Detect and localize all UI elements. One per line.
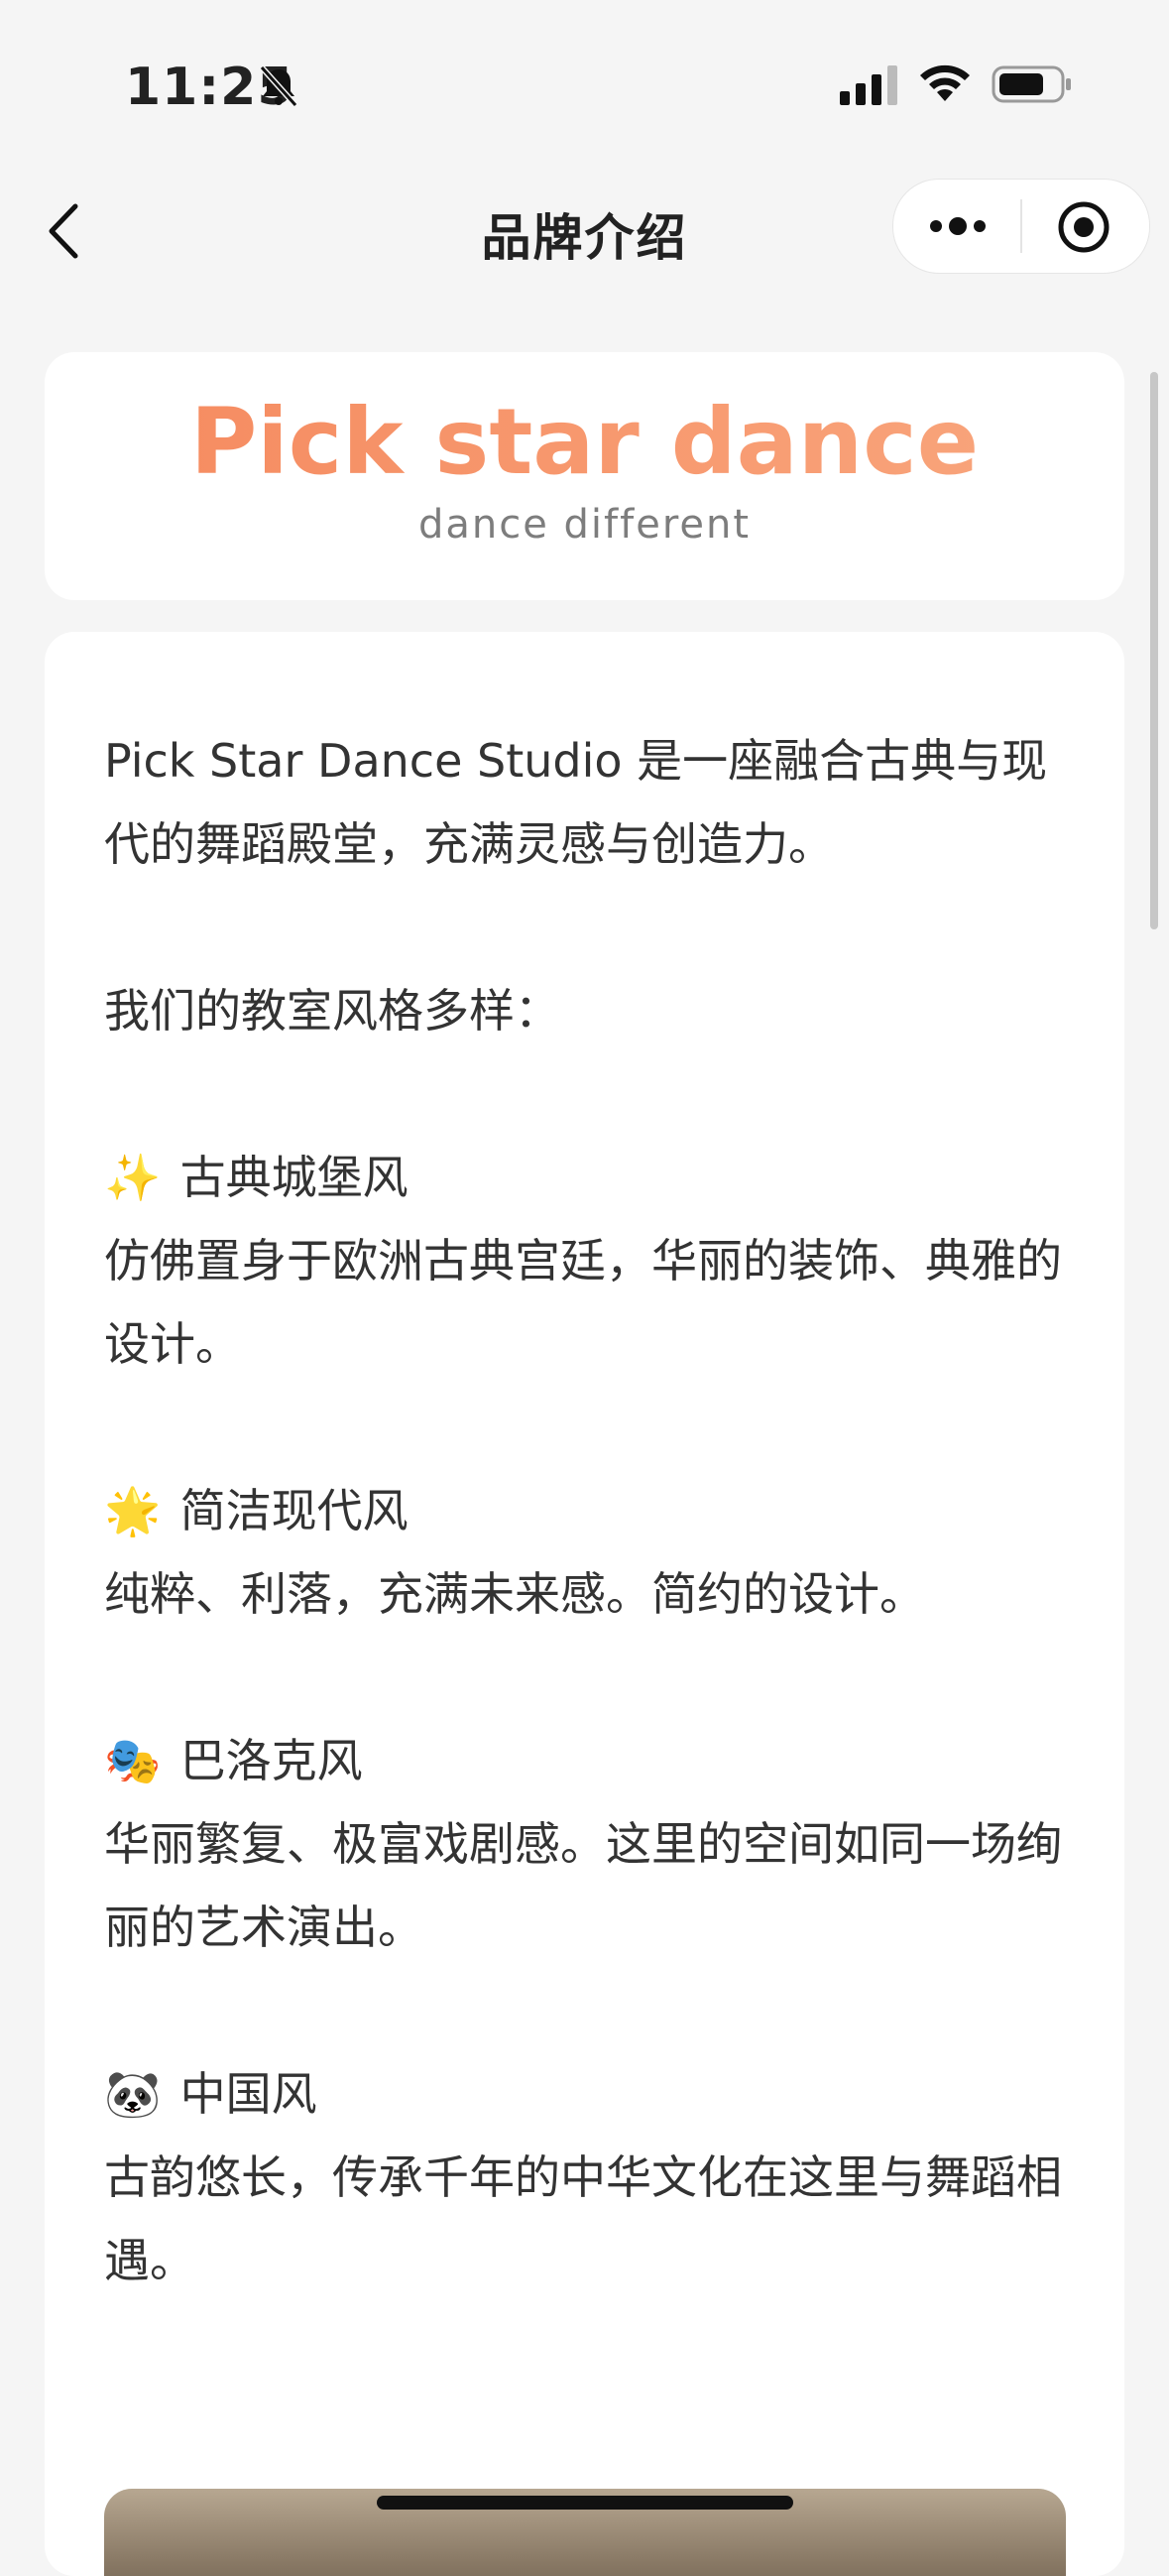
intro-text: Pick Star Dance Studio 是一座融合古典与现代的舞蹈殿堂，充… xyxy=(104,734,1048,871)
battery-icon xyxy=(992,65,1071,103)
panda-icon: 🐼 xyxy=(104,2067,162,2121)
style-description: 仿佛置身于欧洲古典宫廷，华丽的装饰、典雅的设计。 xyxy=(104,1234,1062,1371)
nav-bar: 品牌介绍 xyxy=(0,169,1169,293)
mini-program-capsule xyxy=(892,179,1150,274)
capsule-divider xyxy=(1020,199,1022,253)
style-description: 华丽繁复、极富戏剧感。这里的空间如同一场绚丽的艺术演出。 xyxy=(104,1817,1062,1954)
brand-card: Pick star dance dance different xyxy=(45,352,1124,600)
bell-mute-icon xyxy=(259,64,298,108)
style-heading: ✨ 古典城堡风 xyxy=(104,1136,1081,1219)
style-description: 纯粹、利落，充满未来感。简约的设计。 xyxy=(104,1567,925,1621)
style-heading: 🐼 中国风 xyxy=(104,2052,1081,2136)
status-bar: 11:25 xyxy=(0,0,1169,169)
home-indicator xyxy=(377,2496,793,2510)
style-description: 古韵悠长，传承千年的中华文化在这里与舞蹈相遇。 xyxy=(104,2150,1062,2287)
style-name: 巴洛克风 xyxy=(179,1734,363,1787)
style-name: 古典城堡风 xyxy=(179,1151,409,1204)
star-icon: 🌟 xyxy=(104,1484,162,1537)
more-icon[interactable] xyxy=(926,209,990,243)
style-name: 简洁现代风 xyxy=(179,1484,409,1537)
content-card: Pick Star Dance Studio 是一座融合古典与现代的舞蹈殿堂，充… xyxy=(45,632,1124,2576)
brand-title: Pick star dance xyxy=(45,392,1124,492)
styles-intro-text: 我们的教室风格多样： xyxy=(104,984,560,1038)
style-name: 中国风 xyxy=(179,2067,317,2121)
close-target-icon[interactable] xyxy=(1056,199,1111,255)
style-heading: 🌟 简洁现代风 xyxy=(104,1469,1081,1552)
brand-subtitle: dance different xyxy=(417,502,752,549)
cellular-signal-icon xyxy=(840,65,897,105)
scrollbar[interactable] xyxy=(1150,372,1158,929)
theater-masks-icon: 🎭 xyxy=(104,1734,162,1787)
brand-description: Pick Star Dance Studio 是一座融合古典与现代的舞蹈殿堂，充… xyxy=(104,719,1081,2302)
style-heading: 🎭 巴洛克风 xyxy=(104,1719,1081,1802)
wifi-icon xyxy=(920,64,970,101)
sparkles-icon: ✨ xyxy=(104,1151,162,1204)
